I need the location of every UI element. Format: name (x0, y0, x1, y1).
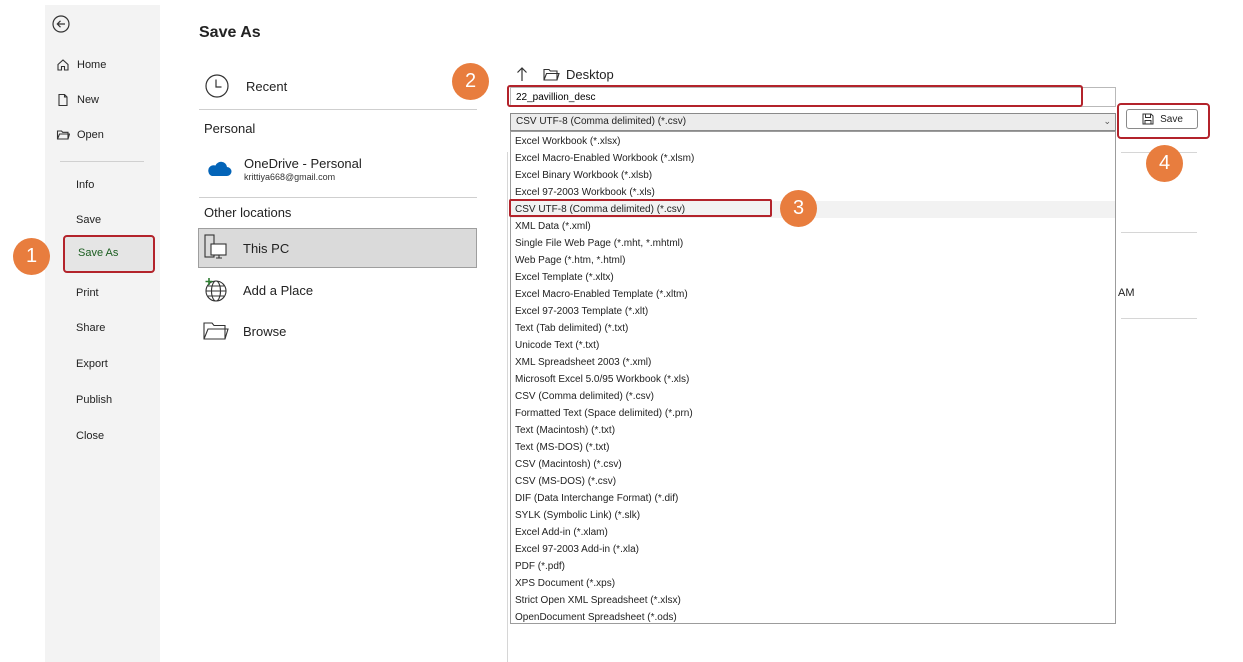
file-type-option[interactable]: Unicode Text (*.txt) (511, 337, 1115, 354)
nav-save-label: Save (76, 214, 102, 226)
file-type-option[interactable]: CSV (Macintosh) (*.csv) (511, 456, 1115, 473)
nav-divider (60, 161, 144, 162)
location-browse-label: Browse (243, 323, 287, 339)
nav-home-label: Home (77, 59, 107, 71)
file-type-select[interactable]: CSV UTF-8 (Comma delimited) (*.csv) ⌄ (510, 113, 1116, 131)
nav-share[interactable]: Share (76, 322, 105, 334)
open-folder-icon (56, 130, 70, 140)
file-type-option[interactable]: XPS Document (*.xps) (511, 575, 1115, 592)
back-arrow-icon[interactable] (52, 15, 70, 33)
location-this-pc-label: This PC (243, 240, 290, 256)
column-divider (507, 152, 508, 662)
nav-export-label: Export (76, 358, 108, 370)
file-type-option[interactable]: Excel Workbook (*.xlsx) (511, 133, 1115, 150)
nav-save[interactable]: Save (76, 214, 101, 226)
nav-print-label: Print (76, 287, 99, 299)
file-type-option[interactable]: XML Spreadsheet 2003 (*.xml) (511, 354, 1115, 371)
nav-new[interactable]: New (56, 93, 99, 107)
file-type-option[interactable]: CSV (MS-DOS) (*.csv) (511, 473, 1115, 490)
save-button[interactable]: Save (1126, 109, 1198, 129)
file-type-option[interactable]: Excel 97-2003 Template (*.xlt) (511, 303, 1115, 320)
breadcrumb[interactable]: Desktop (543, 67, 614, 82)
file-type-selected: CSV UTF-8 (Comma delimited) (*.csv) (516, 116, 687, 127)
nav-close-label: Close (76, 430, 105, 442)
chevron-down-icon: ⌄ (1103, 116, 1111, 126)
file-type-option[interactable]: Web Page (*.htm, *.html) (511, 252, 1115, 269)
nav-open[interactable]: Open (56, 128, 104, 142)
file-type-option[interactable]: PDF (*.pdf) (511, 558, 1115, 575)
nav-close[interactable]: Close (76, 430, 104, 442)
nav-home[interactable]: Home (56, 58, 106, 72)
onedrive-name: OneDrive - Personal (244, 156, 362, 171)
location-onedrive[interactable]: OneDrive - Personal krittiya668@gmail.co… (198, 156, 362, 182)
location-recent-label: Recent (246, 78, 288, 94)
nav-save-as-label: Save As (78, 247, 119, 259)
divider (199, 197, 477, 198)
divider (1121, 232, 1197, 233)
file-type-option[interactable]: Strict Open XML Spreadsheet (*.xlsx) (511, 592, 1115, 609)
file-type-option[interactable]: Text (Macintosh) (*.txt) (511, 422, 1115, 439)
file-type-option[interactable]: Excel Macro-Enabled Template (*.xltm) (511, 286, 1115, 303)
page-title: Save As (199, 24, 261, 41)
step-badge-2: 2 (452, 63, 489, 100)
nav-share-label: Share (76, 322, 106, 334)
file-type-option[interactable]: Excel Macro-Enabled Workbook (*.xlsm) (511, 150, 1115, 167)
up-arrow-icon[interactable] (516, 66, 528, 82)
file-type-option[interactable]: XML Data (*.xml) (511, 218, 1115, 235)
home-icon (57, 59, 69, 71)
nav-open-label: Open (77, 129, 104, 141)
computer-icon (204, 234, 227, 259)
modified-time-fragment: AM (1118, 287, 1135, 299)
file-type-option[interactable]: DIF (Data Interchange Format) (*.dif) (511, 490, 1115, 507)
folder-icon (543, 68, 560, 81)
file-type-option[interactable]: Text (Tab delimited) (*.txt) (511, 320, 1115, 337)
nav-info-label: Info (76, 179, 95, 191)
nav-export[interactable]: Export (76, 358, 108, 370)
filename-field[interactable] (510, 87, 1116, 107)
nav-info[interactable]: Info (76, 179, 94, 191)
clock-icon (205, 74, 229, 98)
file-type-option[interactable]: Single File Web Page (*.mht, *.mhtml) (511, 235, 1115, 252)
cloud-icon (208, 161, 232, 176)
nav-print[interactable]: Print (76, 287, 99, 299)
divider (199, 109, 477, 110)
onedrive-email: krittiya668@gmail.com (244, 172, 336, 182)
section-other-locations: Other locations (204, 205, 292, 220)
section-personal: Personal (204, 121, 256, 136)
file-type-option[interactable]: Text (MS-DOS) (*.txt) (511, 439, 1115, 456)
file-type-option[interactable]: SYLK (Symbolic Link) (*.slk) (511, 507, 1115, 524)
folder-icon (203, 322, 229, 340)
nav-save-as[interactable]: Save As (63, 235, 155, 273)
location-add-place[interactable]: Add a Place (198, 276, 313, 304)
file-type-option[interactable]: Excel Template (*.xltx) (511, 269, 1115, 286)
nav-new-label: New (77, 94, 100, 106)
file-type-option[interactable]: Formatted Text (Space delimited) (*.prn) (511, 405, 1115, 422)
location-browse[interactable]: Browse (198, 320, 286, 342)
file-type-option[interactable]: OpenDocument Spreadsheet (*.ods) (511, 609, 1115, 626)
location-recent[interactable]: Recent (198, 73, 287, 99)
filename-input[interactable] (512, 89, 1087, 105)
file-type-option[interactable]: Excel 97-2003 Add-in (*.xla) (511, 541, 1115, 558)
location-add-place-label: Add a Place (243, 282, 314, 298)
file-type-option[interactable]: Excel Add-in (*.xlam) (511, 524, 1115, 541)
divider (1121, 318, 1197, 319)
file-type-option[interactable]: Excel Binary Workbook (*.xlsb) (511, 167, 1115, 184)
file-type-option[interactable]: CSV (Comma delimited) (*.csv) (511, 388, 1115, 405)
nav-publish[interactable]: Publish (76, 394, 112, 406)
globe-add-icon (205, 278, 227, 302)
step-badge-1: 1 (13, 238, 50, 275)
step-badge-3: 3 (780, 190, 817, 227)
breadcrumb-folder: Desktop (566, 67, 614, 82)
new-document-icon (58, 93, 68, 107)
file-type-option[interactable]: Microsoft Excel 5.0/95 Workbook (*.xls) (511, 371, 1115, 388)
step-badge-4: 4 (1146, 145, 1183, 182)
location-this-pc-content[interactable]: This PC (198, 233, 289, 263)
save-icon (1142, 113, 1154, 125)
nav-publish-label: Publish (76, 394, 113, 406)
save-button-label: Save (1160, 113, 1183, 125)
